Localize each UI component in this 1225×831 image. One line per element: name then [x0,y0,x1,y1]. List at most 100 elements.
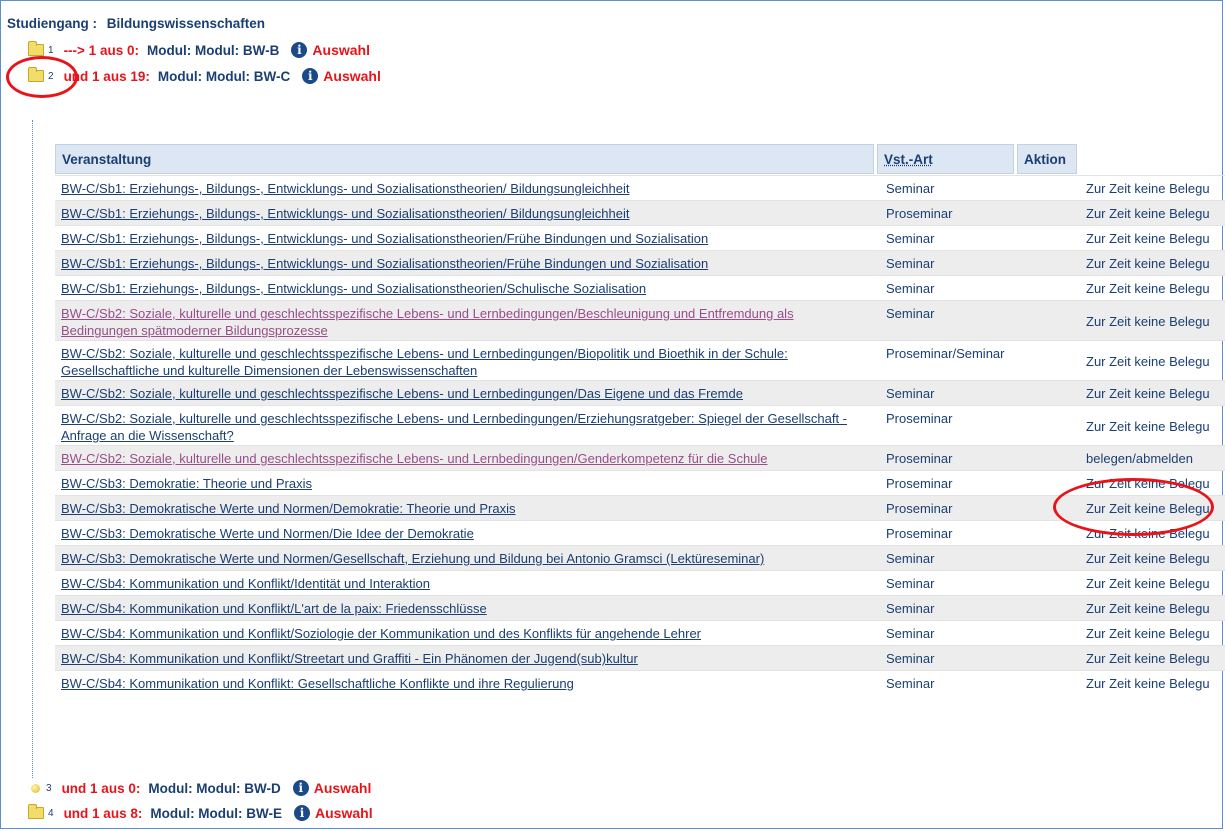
module-name: Modul: Modul: BW-C [157,68,291,84]
course-title-cell: BW-C/Sb1: Erziehungs-, Bildungs-, Entwic… [61,251,856,272]
auswahl-button[interactable]: Auswahl [323,68,381,84]
auswahl-button[interactable]: Auswahl [315,805,373,821]
module-condition: und 1 aus 8: [63,805,143,821]
course-link[interactable]: BW-C/Sb2: Soziale, kulturelle und geschl… [61,386,743,401]
info-icon[interactable]: i [291,42,308,58]
course-title-cell: BW-C/Sb1: Erziehungs-, Bildungs-, Entwic… [61,276,856,297]
course-link[interactable]: BW-C/Sb1: Erziehungs-, Bildungs-, Entwic… [61,206,629,221]
booking-status-text: Zur Zeit keine Belegu [1086,256,1210,271]
course-title-cell: BW-C/Sb2: Soziale, kulturelle und geschl… [61,381,856,402]
module-row-bw-e: 4 und 1 aus 8: Modul: Modul: BW-E i Ausw… [28,803,373,823]
bullet-icon[interactable] [31,783,40,793]
course-type-cell: Seminar [886,601,935,616]
course-link[interactable]: BW-C/Sb2: Soziale, kulturelle und geschl… [61,346,788,378]
course-type-cell: Proseminar [886,501,953,516]
booking-status-text: Zur Zeit keine Belegu [1086,676,1210,691]
header-veranstaltung: Veranstaltung [55,144,874,174]
table-row: BW-C/Sb4: Kommunikation und Konflikt/Soz… [55,620,1225,645]
course-title-cell: BW-C/Sb3: Demokratische Werte und Normen… [61,546,856,567]
course-type-cell: Seminar [886,651,935,666]
info-icon[interactable]: i [294,805,311,821]
course-link[interactable]: BW-C/Sb2: Soziale, kulturelle und geschl… [61,306,794,338]
course-link[interactable]: BW-C/Sb4: Kommunikation und Konflikt/L'a… [61,601,487,616]
course-title-cell: BW-C/Sb4: Kommunikation und Konflikt/L'a… [61,596,856,617]
tree-connector-line [32,120,33,778]
course-type-cell: Seminar [886,181,935,196]
course-title-cell: BW-C/Sb4: Kommunikation und Konflikt/Soz… [61,621,856,642]
module-name: Modul: Modul: BW-B [146,42,280,58]
info-icon[interactable]: i [292,780,309,796]
course-link[interactable]: BW-C/Sb2: Soziale, kulturelle und geschl… [61,451,768,466]
red-highlight-oval [6,56,78,98]
booking-status-text: Zur Zeit keine Belegu [1086,386,1210,401]
booking-status-text: Zur Zeit keine Belegu [1086,206,1210,221]
header-vst-art[interactable]: Vst.-Art [877,144,1014,174]
folder-icon[interactable] [28,41,44,56]
studiengang-label: Studiengang : [7,16,97,31]
course-title-cell: BW-C/Sb1: Erziehungs-, Bildungs-, Entwic… [61,176,856,197]
table-row: BW-C/Sb4: Kommunikation und Konflikt: Ge… [55,670,1225,695]
table-row: BW-C/Sb3: Demokratische Werte und Normen… [55,495,1225,520]
table-row: BW-C/Sb3: Demokratie: Theorie und Praxis… [55,470,1225,495]
module-number: 3 [46,782,52,794]
booking-status-text: Zur Zeit keine Belegu [1086,601,1210,616]
booking-status-text: Zur Zeit keine Belegu [1086,651,1210,666]
module-number: 1 [48,44,54,56]
table-row: BW-C/Sb1: Erziehungs-, Bildungs-, Entwic… [55,225,1225,250]
table-row: BW-C/Sb1: Erziehungs-, Bildungs-, Entwic… [55,250,1225,275]
course-link[interactable]: BW-C/Sb1: Erziehungs-, Bildungs-, Entwic… [61,281,646,296]
course-title-cell: BW-C/Sb2: Soziale, kulturelle und geschl… [61,341,856,379]
course-title-cell: BW-C/Sb4: Kommunikation und Konflikt/Str… [61,646,856,667]
table-row: BW-C/Sb2: Soziale, kulturelle und geschl… [55,445,1225,470]
course-link[interactable]: BW-C/Sb3: Demokratie: Theorie und Praxis [61,476,312,491]
course-link[interactable]: BW-C/Sb4: Kommunikation und Konflikt/Soz… [61,626,701,641]
course-title-cell: BW-C/Sb3: Demokratische Werte und Normen… [61,521,856,542]
course-type-cell: Proseminar [886,411,953,426]
red-highlight-oval [1053,478,1214,536]
table-row: BW-C/Sb1: Erziehungs-, Bildungs-, Entwic… [55,175,1225,200]
course-type-cell: Seminar [886,256,935,271]
course-link[interactable]: BW-C/Sb3: Demokratische Werte und Normen… [61,501,515,516]
course-link[interactable]: BW-C/Sb1: Erziehungs-, Bildungs-, Entwic… [61,256,708,271]
course-link[interactable]: BW-C/Sb3: Demokratische Werte und Normen… [61,551,764,566]
auswahl-button[interactable]: Auswahl [314,780,372,796]
course-type-cell: Proseminar/Seminar [886,346,1005,361]
course-type-cell: Proseminar [886,526,953,541]
booking-status-text: Zur Zeit keine Belegu [1086,354,1210,369]
course-title-cell: BW-C/Sb3: Demokratische Werte und Normen… [61,496,856,517]
info-icon[interactable]: i [302,68,319,84]
table-row: BW-C/Sb1: Erziehungs-, Bildungs-, Entwic… [55,200,1225,225]
course-link[interactable]: BW-C/Sb1: Erziehungs-, Bildungs-, Entwic… [61,231,708,246]
course-title-cell: BW-C/Sb2: Soziale, kulturelle und geschl… [61,446,856,467]
booking-status-text: Zur Zeit keine Belegu [1086,281,1210,296]
course-link[interactable]: BW-C/Sb4: Kommunikation und Konflikt/Str… [61,651,638,666]
course-type-cell: Proseminar [886,206,953,221]
module-row-bw-d: 3 und 1 aus 0: Modul: Modul: BW-D i Ausw… [28,778,371,798]
course-link[interactable]: BW-C/Sb4: Kommunikation und Konflikt/Ide… [61,576,430,591]
module-condition: ---> 1 aus 0: [63,42,139,58]
course-type-cell: Seminar [886,676,935,691]
course-title-cell: BW-C/Sb2: Soziale, kulturelle und geschl… [61,301,856,339]
module-row-bw-c: 2 und 1 aus 19: Modul: Modul: BW-C i Aus… [28,66,381,86]
course-title-cell: BW-C/Sb4: Kommunikation und Konflikt: Ge… [61,671,856,692]
course-type-cell: Seminar [886,551,935,566]
course-type-cell: Seminar [886,231,935,246]
studiengang-heading: Studiengang : Bildungswissenschaften [7,16,265,31]
header-vst-art-label[interactable]: Vst.-Art [884,152,933,167]
course-link[interactable]: BW-C/Sb3: Demokratische Werte und Normen… [61,526,474,541]
table-row: BW-C/Sb4: Kommunikation und Konflikt/Str… [55,645,1225,670]
booking-status-text: Zur Zeit keine Belegu [1086,231,1210,246]
course-link[interactable]: BW-C/Sb2: Soziale, kulturelle und geschl… [61,411,847,443]
table-row: BW-C/Sb4: Kommunikation und Konflikt/L'a… [55,595,1225,620]
course-link[interactable]: BW-C/Sb4: Kommunikation und Konflikt: Ge… [61,676,574,691]
table-row: BW-C/Sb1: Erziehungs-, Bildungs-, Entwic… [55,275,1225,300]
table-row: BW-C/Sb2: Soziale, kulturelle und geschl… [55,405,1225,445]
table-row: BW-C/Sb2: Soziale, kulturelle und geschl… [55,380,1225,405]
folder-icon[interactable] [28,804,44,819]
course-link[interactable]: BW-C/Sb1: Erziehungs-, Bildungs-, Entwic… [61,181,629,196]
table-row: BW-C/Sb3: Demokratische Werte und Normen… [55,520,1225,545]
belegen-abmelden-link[interactable]: belegen/abmelden [1086,446,1193,467]
table-row: BW-C/Sb2: Soziale, kulturelle und geschl… [55,340,1225,380]
auswahl-button[interactable]: Auswahl [312,42,370,58]
studiengang-value: Bildungswissenschaften [106,16,266,31]
